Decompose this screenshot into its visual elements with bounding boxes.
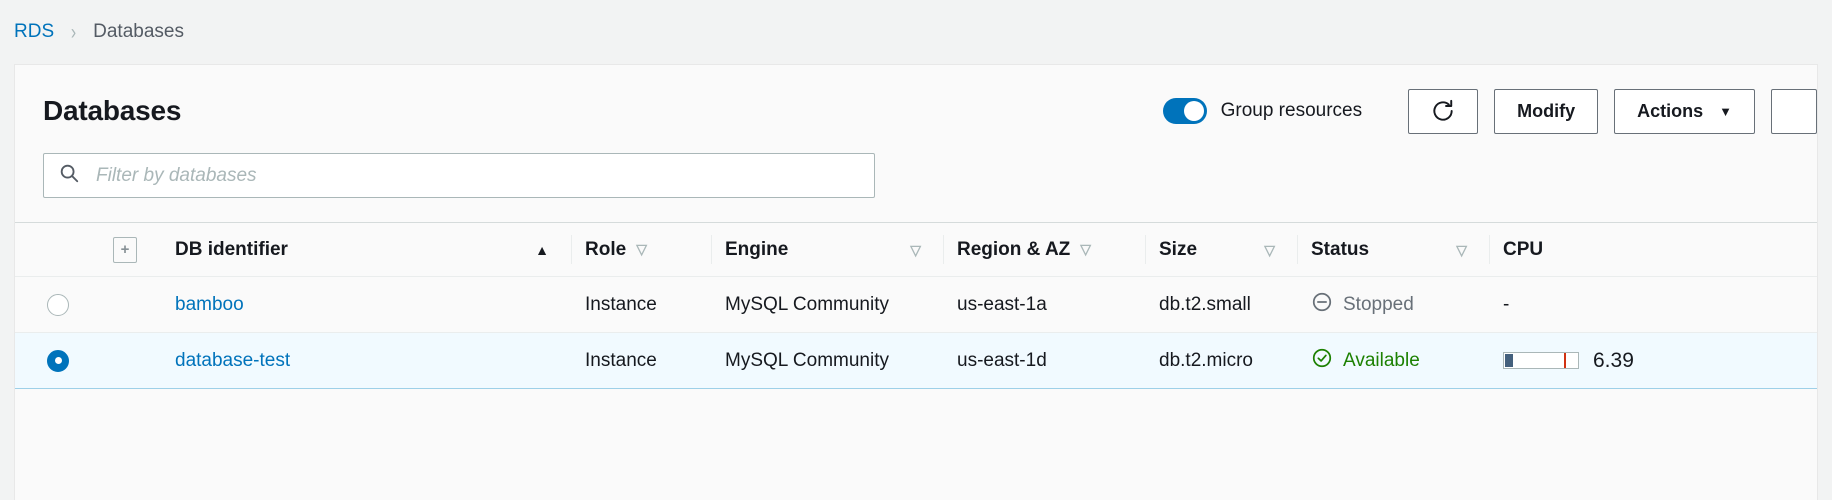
toggle-knob — [1183, 101, 1204, 121]
row-radio[interactable] — [47, 349, 69, 372]
sort-icon: ▽ — [636, 241, 647, 257]
size-value: db.t2.small — [1159, 293, 1251, 315]
actions-button[interactable]: Actions ▼ — [1614, 88, 1755, 134]
header-expand-column: + — [99, 222, 161, 277]
cell-role: Instance — [571, 276, 711, 333]
table-row[interactable]: database-test Instance MySQL Community u… — [15, 332, 1817, 389]
search-icon — [58, 162, 80, 189]
sort-icon: ▽ — [1080, 241, 1092, 257]
page-title: Databases — [43, 95, 182, 126]
row-select-cell — [15, 276, 99, 333]
table-body: bamboo Instance MySQL Community us-east-… — [15, 276, 1817, 389]
engine-value: MySQL Community — [725, 349, 889, 371]
cell-db-identifier: database-test — [161, 332, 571, 389]
group-resources-label: Group resources — [1220, 100, 1363, 121]
db-identifier-link[interactable]: bamboo — [161, 294, 244, 316]
cell-role: Instance — [571, 332, 711, 389]
status-stopped-icon — [1311, 291, 1333, 319]
breadcrumb-link-rds[interactable]: RDS — [14, 21, 54, 43]
databases-table: + DB identifier ▲ Role ▽ Engine ▽ Region… — [15, 222, 1817, 389]
sort-icon: ▽ — [910, 241, 921, 258]
db-identifier-link[interactable]: database-test — [161, 350, 290, 372]
search-input[interactable] — [94, 163, 860, 188]
header-region-az[interactable]: Region & AZ ▽ — [943, 222, 1145, 277]
header-cpu[interactable]: CPU — [1489, 222, 1817, 277]
status-badge: Stopped — [1343, 293, 1414, 315]
databases-panel: Databases Group resources Modify Actions… — [14, 64, 1818, 500]
refresh-button[interactable] — [1408, 88, 1479, 134]
breadcrumb-current-databases: Databases — [93, 21, 184, 42]
cpu-gauge — [1503, 352, 1579, 369]
header-size[interactable]: Size ▽ — [1145, 222, 1297, 277]
cpu-gauge-fill — [1505, 354, 1513, 367]
engine-value: MySQL Community — [725, 293, 889, 315]
role-value: Instance — [585, 293, 657, 315]
header-cpu-label: CPU — [1503, 238, 1544, 260]
cell-size: db.t2.micro — [1145, 332, 1297, 389]
modify-button-label: Modify — [1517, 100, 1576, 121]
expand-all-icon[interactable]: + — [113, 236, 137, 263]
cell-region-az: us-east-1d — [943, 332, 1145, 389]
row-expand-cell — [99, 332, 161, 389]
cell-cpu: 6.39 — [1489, 332, 1817, 389]
header-db-identifier-label: DB identifier — [175, 238, 288, 260]
sort-icon: ▽ — [1264, 241, 1275, 258]
region-az-value: us-east-1a — [957, 293, 1047, 315]
status-available-icon — [1311, 347, 1333, 375]
region-az-value: us-east-1d — [957, 349, 1047, 371]
cpu-value: - — [1503, 293, 1510, 315]
table-header: + DB identifier ▲ Role ▽ Engine ▽ Region… — [15, 222, 1817, 277]
breadcrumb: RDS › Databases — [0, 0, 1832, 64]
chevron-right-icon: › — [71, 20, 77, 44]
header-region-az-label: Region & AZ — [957, 238, 1071, 260]
row-radio[interactable] — [47, 293, 69, 316]
refresh-icon — [1430, 98, 1456, 124]
header-engine-label: Engine — [725, 238, 789, 260]
sort-icon: ▽ — [1456, 241, 1467, 258]
panel-header-actions: Group resources Modify Actions ▼ — [1162, 88, 1817, 134]
panel-header: Databases Group resources Modify Actions… — [15, 65, 1817, 149]
header-status[interactable]: Status ▽ — [1297, 222, 1489, 277]
status-badge: Available — [1343, 349, 1420, 371]
header-db-identifier[interactable]: DB identifier ▲ — [161, 222, 571, 277]
cell-region-az: us-east-1a — [943, 276, 1145, 333]
filter-row — [15, 149, 1817, 198]
header-role[interactable]: Role ▽ — [571, 222, 711, 277]
modify-button[interactable]: Modify — [1494, 88, 1599, 134]
cell-cpu: - — [1489, 276, 1817, 333]
cell-engine: MySQL Community — [711, 276, 943, 333]
cell-engine: MySQL Community — [711, 332, 943, 389]
header-role-label: Role — [585, 238, 627, 260]
role-value: Instance — [585, 349, 657, 371]
chevron-down-icon: ▼ — [1719, 103, 1732, 119]
size-value: db.t2.micro — [1159, 349, 1253, 371]
sort-ascending-icon: ▲ — [535, 241, 549, 258]
cell-status: Stopped — [1297, 276, 1489, 333]
header-engine[interactable]: Engine ▽ — [711, 222, 943, 277]
table-header-row: + DB identifier ▲ Role ▽ Engine ▽ Region… — [15, 222, 1817, 277]
cpu-gauge-threshold-marker — [1564, 353, 1566, 368]
create-database-button[interactable] — [1771, 88, 1817, 134]
table-row[interactable]: bamboo Instance MySQL Community us-east-… — [15, 276, 1817, 333]
filter-search-box[interactable] — [43, 153, 875, 198]
actions-button-label: Actions — [1637, 100, 1704, 121]
cell-db-identifier: bamboo — [161, 276, 571, 333]
header-status-label: Status — [1311, 238, 1370, 260]
cpu-value: 6.39 — [1593, 348, 1634, 372]
cell-status: Available — [1297, 332, 1489, 389]
cell-size: db.t2.small — [1145, 276, 1297, 333]
row-select-cell — [15, 332, 99, 389]
row-expand-cell — [99, 276, 161, 333]
group-resources-toggle[interactable] — [1162, 98, 1207, 124]
header-select-column — [15, 222, 99, 277]
header-size-label: Size — [1159, 238, 1198, 260]
group-resources-toggle-wrap: Group resources — [1162, 98, 1363, 124]
